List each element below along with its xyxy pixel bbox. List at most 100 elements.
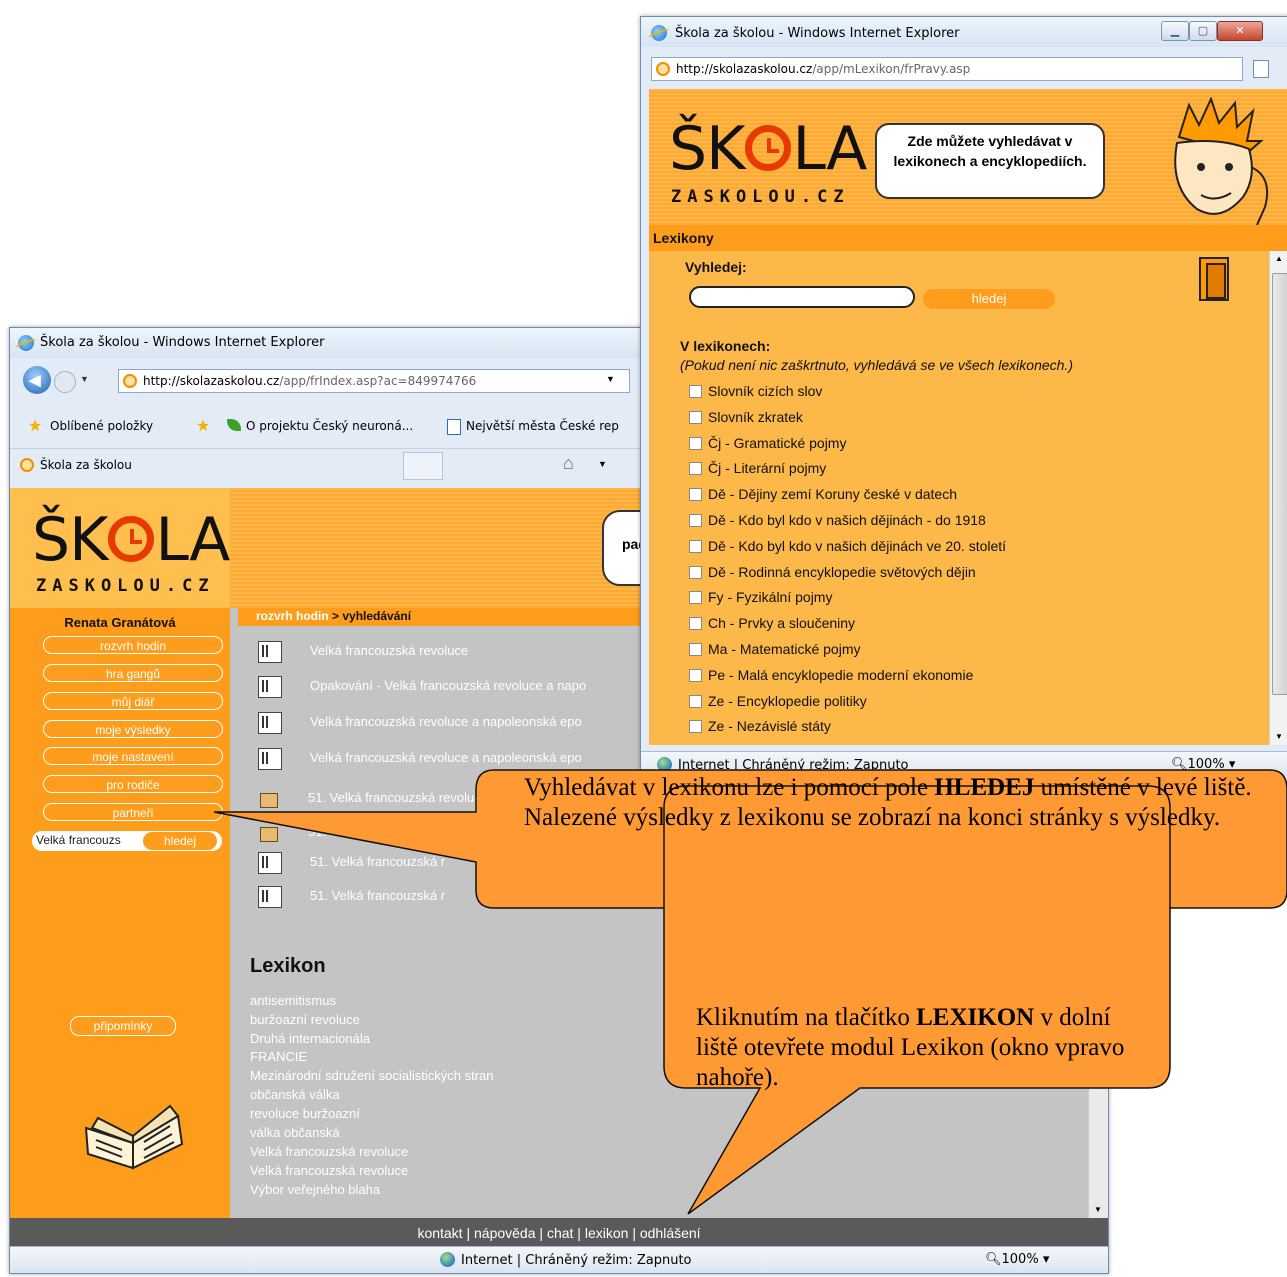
lexicon-checkbox[interactable] — [689, 591, 702, 604]
sidebar-search-button[interactable]: hledej — [143, 832, 217, 850]
door-exit-icon[interactable] — [1199, 257, 1229, 301]
lexicon-checkbox[interactable] — [689, 514, 702, 527]
exercise-icon — [258, 640, 282, 663]
footer-odhlaseni[interactable]: odhlášení — [640, 1225, 701, 1241]
lexicon-label: Dě - Kdo byl kdo v našich dějinách - do … — [708, 512, 986, 528]
lexicon-checkbox-row[interactable]: Slovník cizích slov — [689, 378, 822, 404]
history-dropdown-icon[interactable]: ▼ — [80, 374, 89, 384]
lexicon-checkbox-row[interactable]: Fy - Fyzikální pojmy — [689, 584, 832, 610]
lexicon-checkbox[interactable] — [689, 669, 702, 682]
favorite-link-2[interactable]: Největší města České rep — [466, 410, 619, 442]
back-address-bar[interactable]: http://skolazaskolou.cz/app/frIndex.asp?… — [118, 369, 630, 393]
close-button[interactable]: ✕ — [1217, 21, 1263, 41]
breadcrumb-link[interactable]: rozvrh hodin — [256, 609, 329, 623]
lexicon-checkbox-row[interactable]: Slovník zkratek — [689, 404, 803, 430]
result-item[interactable]: Opakování - Velká francouzská revoluce a… — [258, 674, 586, 698]
test-icon — [258, 885, 282, 908]
home-dropdown-icon[interactable]: ▼ — [598, 459, 607, 469]
favorites-star-icon[interactable]: ★ — [28, 410, 42, 442]
lexicon-checkbox-row[interactable]: Ze - Nezávislé státy — [689, 713, 831, 739]
scroll-up-icon[interactable]: ▲ — [1275, 254, 1283, 263]
back-button[interactable]: ◀ — [23, 366, 51, 394]
site-footer: kontakt | nápověda | chat | lexikon | od… — [10, 1218, 1108, 1248]
lexicon-checkbox-row[interactable]: Dě - Dějiny zemí Koruny české v datech — [689, 481, 957, 507]
lexicon-checkbox-row[interactable]: Pe - Malá encyklopedie moderní ekonomie — [689, 662, 973, 688]
front-scrollbar[interactable]: ▲ ▼ — [1269, 251, 1287, 745]
footer-kontakt[interactable]: kontakt — [417, 1225, 462, 1241]
lexicon-checkbox-row[interactable]: Dě - Kdo byl kdo v našich dějinách ve 20… — [689, 533, 1006, 559]
back-status-bar: Internet | Chráněný režim: Zapnuto 🔍︎100… — [10, 1246, 1108, 1273]
result-item[interactable]: 51. Velká francouzská r — [258, 884, 445, 908]
address-dropdown-icon[interactable]: ▼ — [606, 374, 615, 384]
lexicon-label: Ze - Encyklopedie politiky — [708, 693, 867, 709]
ie-icon — [18, 335, 34, 351]
nav-moje-vysledky[interactable]: moje výsledky — [43, 720, 223, 738]
favorite-link-1[interactable]: O projektu Český neuroná... — [246, 410, 413, 442]
scroll-down-icon[interactable]: ▼ — [1094, 1205, 1102, 1214]
lexikon-link[interactable]: buržoazní revoluce — [250, 1012, 360, 1027]
lexikon-link[interactable]: antisemitismus — [250, 993, 336, 1008]
lexikon-link[interactable]: Výbor veřejného blaha — [250, 1182, 380, 1197]
nav-hra-gangu[interactable]: hra gangů — [43, 664, 223, 682]
home-icon[interactable]: ⌂ — [563, 453, 574, 474]
result-item[interactable]: 51. Velká francouzská r — [258, 850, 445, 874]
nav-moje-nastaveni[interactable]: moje nastavení — [43, 747, 223, 765]
lexicon-checkbox-row[interactable]: Ze - Encyklopedie politiky — [689, 688, 867, 714]
lexicon-checkbox[interactable] — [689, 437, 702, 450]
lexicon-checkbox-row[interactable]: Dě - Rodinná encyklopedie světových ději… — [689, 559, 976, 585]
lexikon-link[interactable]: Druhá internacionála — [250, 1031, 370, 1046]
nav-muj-diar[interactable]: můj diář — [43, 692, 223, 710]
lexicon-checkbox[interactable] — [689, 488, 702, 501]
compatibility-icon[interactable] — [1253, 60, 1269, 78]
lex-search-button[interactable]: hledej — [923, 289, 1055, 309]
maximize-button[interactable]: ▢ — [1189, 21, 1217, 41]
favorites-label[interactable]: Oblíbené položky — [50, 410, 153, 442]
lexicon-checkbox[interactable] — [689, 540, 702, 553]
result-item[interactable]: 51. Velká francouzská r — [258, 820, 443, 844]
front-page: ŠK LA ZASKOLOU.CZ Zde můžete vyhledávat v… — [649, 89, 1287, 745]
nav-pro-rodice[interactable]: pro rodiče — [43, 775, 223, 793]
lexikon-link[interactable]: válka občanská — [250, 1125, 340, 1140]
lexicon-checkbox-row[interactable]: Čj - Gramatické pojmy — [689, 430, 846, 456]
nav-partneri[interactable]: partneři — [43, 803, 223, 821]
result-item[interactable]: Velká francouzská revoluce — [258, 639, 468, 663]
front-address-bar[interactable]: http://skolazaskolou.cz/app/mLexikon/frP… — [651, 57, 1243, 81]
add-favorite-icon[interactable]: ★ — [196, 410, 210, 442]
result-item[interactable]: Velká francouzská revoluce a napoleonská… — [258, 710, 582, 734]
reminders-button[interactable]: připomínky — [70, 1016, 176, 1036]
lexikon-link[interactable]: občanská válka — [250, 1087, 340, 1102]
zoom-level[interactable]: 🔍︎100% ▾ — [1171, 757, 1235, 772]
lexicon-checkbox[interactable] — [689, 462, 702, 475]
lexicon-label: Čj - Literární pojmy — [708, 460, 827, 476]
lex-search-input[interactable] — [689, 286, 915, 308]
zoom-level[interactable]: 🔍︎100% ▾ — [985, 1252, 1049, 1267]
lexicon-checkbox[interactable] — [689, 411, 702, 424]
new-tab-button[interactable] — [403, 452, 443, 480]
lexicon-checkbox[interactable] — [689, 643, 702, 656]
lexikon-link[interactable]: Velká francouzská revoluce — [250, 1163, 408, 1178]
result-item[interactable]: 51. Velká francouzská revoluce — [258, 786, 488, 810]
footer-napoveda[interactable]: nápověda — [474, 1225, 536, 1241]
lexicon-checkbox[interactable] — [689, 617, 702, 630]
lexicon-checkbox-row[interactable]: Dě - Kdo byl kdo v našich dějinách - do … — [689, 507, 986, 533]
footer-chat[interactable]: chat — [547, 1225, 573, 1241]
tab-skola[interactable]: Škola za školou — [16, 452, 401, 478]
lexikon-link[interactable]: Mezinárodní sdružení socialistických str… — [250, 1068, 494, 1083]
forward-button[interactable] — [54, 371, 76, 393]
lexikon-link[interactable]: Velká francouzská revoluce — [250, 1144, 408, 1159]
scroll-down-icon[interactable]: ▼ — [1275, 732, 1283, 741]
lexicon-checkbox[interactable] — [689, 566, 702, 579]
minimize-button[interactable]: ▁ — [1161, 21, 1189, 41]
result-item[interactable]: Velká francouzská revoluce a napoleonská… — [258, 746, 582, 770]
lexikon-link[interactable]: revoluce buržoazní — [250, 1106, 360, 1121]
lexicon-checkbox-row[interactable]: Čj - Literární pojmy — [689, 455, 826, 481]
lexicon-checkbox[interactable] — [689, 695, 702, 708]
lexicon-checkbox-row[interactable]: Ma - Matematické pojmy — [689, 636, 860, 662]
lexicon-checkbox[interactable] — [689, 720, 702, 733]
nav-rozvrh-hodin[interactable]: rozvrh hodin — [43, 636, 223, 654]
lexikon-link[interactable]: FRANCIE — [250, 1049, 307, 1064]
footer-lexikon[interactable]: lexikon — [585, 1225, 629, 1241]
lexicon-checkbox-row[interactable]: Ch - Prvky a sloučeniny — [689, 610, 855, 636]
scroll-thumb[interactable] — [1272, 273, 1287, 695]
lexicon-checkbox[interactable] — [689, 385, 702, 398]
